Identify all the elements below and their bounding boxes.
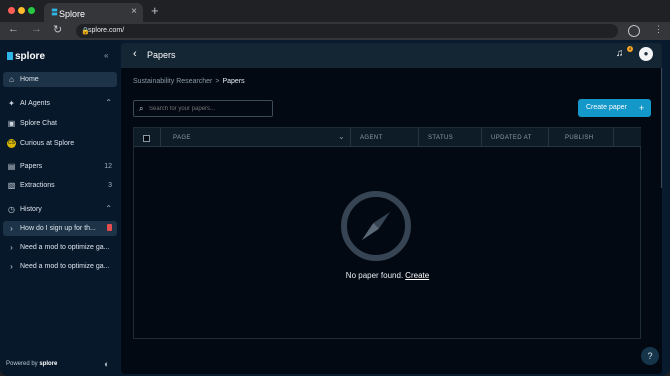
sidebar-item-label: Curious at Splore [20,140,75,147]
history-item[interactable]: › Need a mod to optimize ga... [3,240,117,255]
sidebar-item-history[interactable]: ◷ History ⌃ [3,202,117,217]
user-avatar-icon[interactable]: ● [639,47,653,61]
splore-favicon-icon [51,8,58,16]
history-icon: ◷ [8,205,15,214]
updated-column-header: UPDATED AT [482,128,549,147]
close-window-button[interactable] [8,7,15,14]
history-item-label: Need a mod to optimize ga... [20,244,110,251]
create-paper-label: Create paper [586,104,627,111]
notification-count-badge: 4 [627,46,633,52]
history-item[interactable]: › Need a mod to optimize ga... [3,259,117,274]
breadcrumb-current: Papers [222,78,245,85]
page-header: ‹ Papers ♫ 4 ● [121,43,662,68]
sidebar-item-label: Extractions [20,182,55,189]
splore-logo-icon [7,52,13,60]
empty-state-message: No paper found. Create [345,271,430,280]
sidebar-item-splore-chat[interactable]: ▣ Splore Chat [3,116,117,131]
chevron-up-icon[interactable]: ⌃ [105,204,112,213]
caret-right-icon: › [10,262,13,271]
theme-palette-icon[interactable]: ◐ [104,359,109,369]
vertical-scrollbar[interactable] [661,68,662,188]
sidebar-item-label: Papers [20,163,43,170]
browser-toolbar: ← → ↻ 🔒 splore.com/ ⋮ [0,22,670,40]
powered-by: Powered by splore [6,361,58,367]
compass-icon [341,191,411,261]
tab-title: Splore [59,9,86,19]
main-panel: ‹ Papers ♫ 4 ● Sustainability Researcher… [121,43,662,374]
status-column-header: STATUS [419,128,482,147]
breadcrumb: Sustainability Researcher > Papers [133,78,245,85]
sidebar-item-label: History [20,206,42,213]
chevron-up-icon[interactable]: ⌃ [105,98,112,107]
table-header: PAGE ⌄ AGENT STATUS UPDATED AT PUBLISH [134,128,641,147]
browser-profile-icon[interactable] [628,25,640,37]
history-item-label: How do I sign up for th... [20,225,96,232]
splore-logo[interactable]: splore [7,51,45,62]
page-title: Papers [147,50,176,60]
back-icon[interactable]: ‹ [133,48,137,60]
splore-chat-icon: ▣ [7,119,16,128]
select-all-cell [134,128,161,147]
caret-right-icon: › [10,224,13,233]
plus-icon: + [639,103,645,113]
sidebar-item-home[interactable]: ⌂ Home [3,72,117,87]
empty-state: No paper found. Create [134,191,641,291]
reload-button[interactable]: ↻ [53,23,62,36]
sidebar-item-papers[interactable]: ▤ Papers 12 [3,159,117,174]
close-tab-icon[interactable]: × [131,6,137,17]
create-paper-link[interactable]: Create [405,271,429,280]
papers-table: PAGE ⌄ AGENT STATUS UPDATED AT PUBLISH No… [133,127,641,339]
search-icon: ⌕ [139,104,144,113]
publish-column-header: PUBLISH [549,128,614,147]
splore-app: splore « ⌂ Home ✦ AI Agents ⌃ ▣ Splore C… [0,40,670,376]
select-all-checkbox[interactable] [143,135,150,142]
minimize-window-button[interactable] [18,7,25,14]
agent-column-header: AGENT [351,128,419,147]
address-bar[interactable]: 🔒 splore.com/ [76,24,618,38]
sidebar: splore « ⌂ Home ✦ AI Agents ⌃ ▣ Splore C… [0,40,120,376]
help-button[interactable]: ? [641,347,659,365]
sidebar-item-label: Home [20,76,39,83]
paper-search[interactable]: ⌕ [133,100,273,117]
chevron-down-icon[interactable]: ⌄ [338,132,345,141]
breadcrumb-separator: > [215,78,220,85]
tab-strip: Splore × + [0,0,670,22]
address-url: splore.com/ [88,27,125,34]
sidebar-item-extractions[interactable]: ▧ Extractions 3 [3,178,117,193]
papers-icon: ▤ [7,162,16,171]
home-icon: ⌂ [9,75,14,84]
browser-menu-icon[interactable]: ⋮ [654,24,663,35]
compass-needle [359,209,393,243]
papers-count: 12 [104,163,112,170]
curious-avatar-icon: CS [7,139,16,148]
page-column-header[interactable]: PAGE ⌄ [161,128,351,147]
history-item-label: Need a mod to optimize ga... [20,263,110,270]
powered-by-brand: splore [39,361,58,367]
create-paper-button[interactable]: Create paper + [578,99,651,117]
breadcrumb-parent[interactable]: Sustainability Researcher [133,78,212,85]
extractions-count: 3 [108,182,112,189]
history-item[interactable]: › How do I sign up for th... [3,221,117,236]
zoom-window-button[interactable] [28,7,35,14]
sidebar-item-label: AI Agents [20,100,50,107]
sidebar-item-label: Splore Chat [20,120,57,127]
search-input[interactable] [149,104,269,114]
new-tab-button[interactable]: + [151,3,159,18]
back-button[interactable]: ← [8,23,19,35]
ai-agents-icon: ✦ [8,99,15,108]
caret-right-icon: › [10,243,13,252]
browser-window: Splore × + ← → ↻ 🔒 splore.com/ ⋮ splore … [0,0,670,376]
delete-icon[interactable] [107,224,112,231]
sidebar-item-curious[interactable]: CS Curious at Splore [3,136,117,151]
browser-tab[interactable]: Splore × [44,3,143,22]
forward-button[interactable]: → [31,23,42,35]
sidebar-item-ai-agents[interactable]: ✦ AI Agents ⌃ [3,96,117,111]
collapse-sidebar-icon[interactable]: « [104,51,108,60]
extractions-icon: ▧ [7,181,16,190]
